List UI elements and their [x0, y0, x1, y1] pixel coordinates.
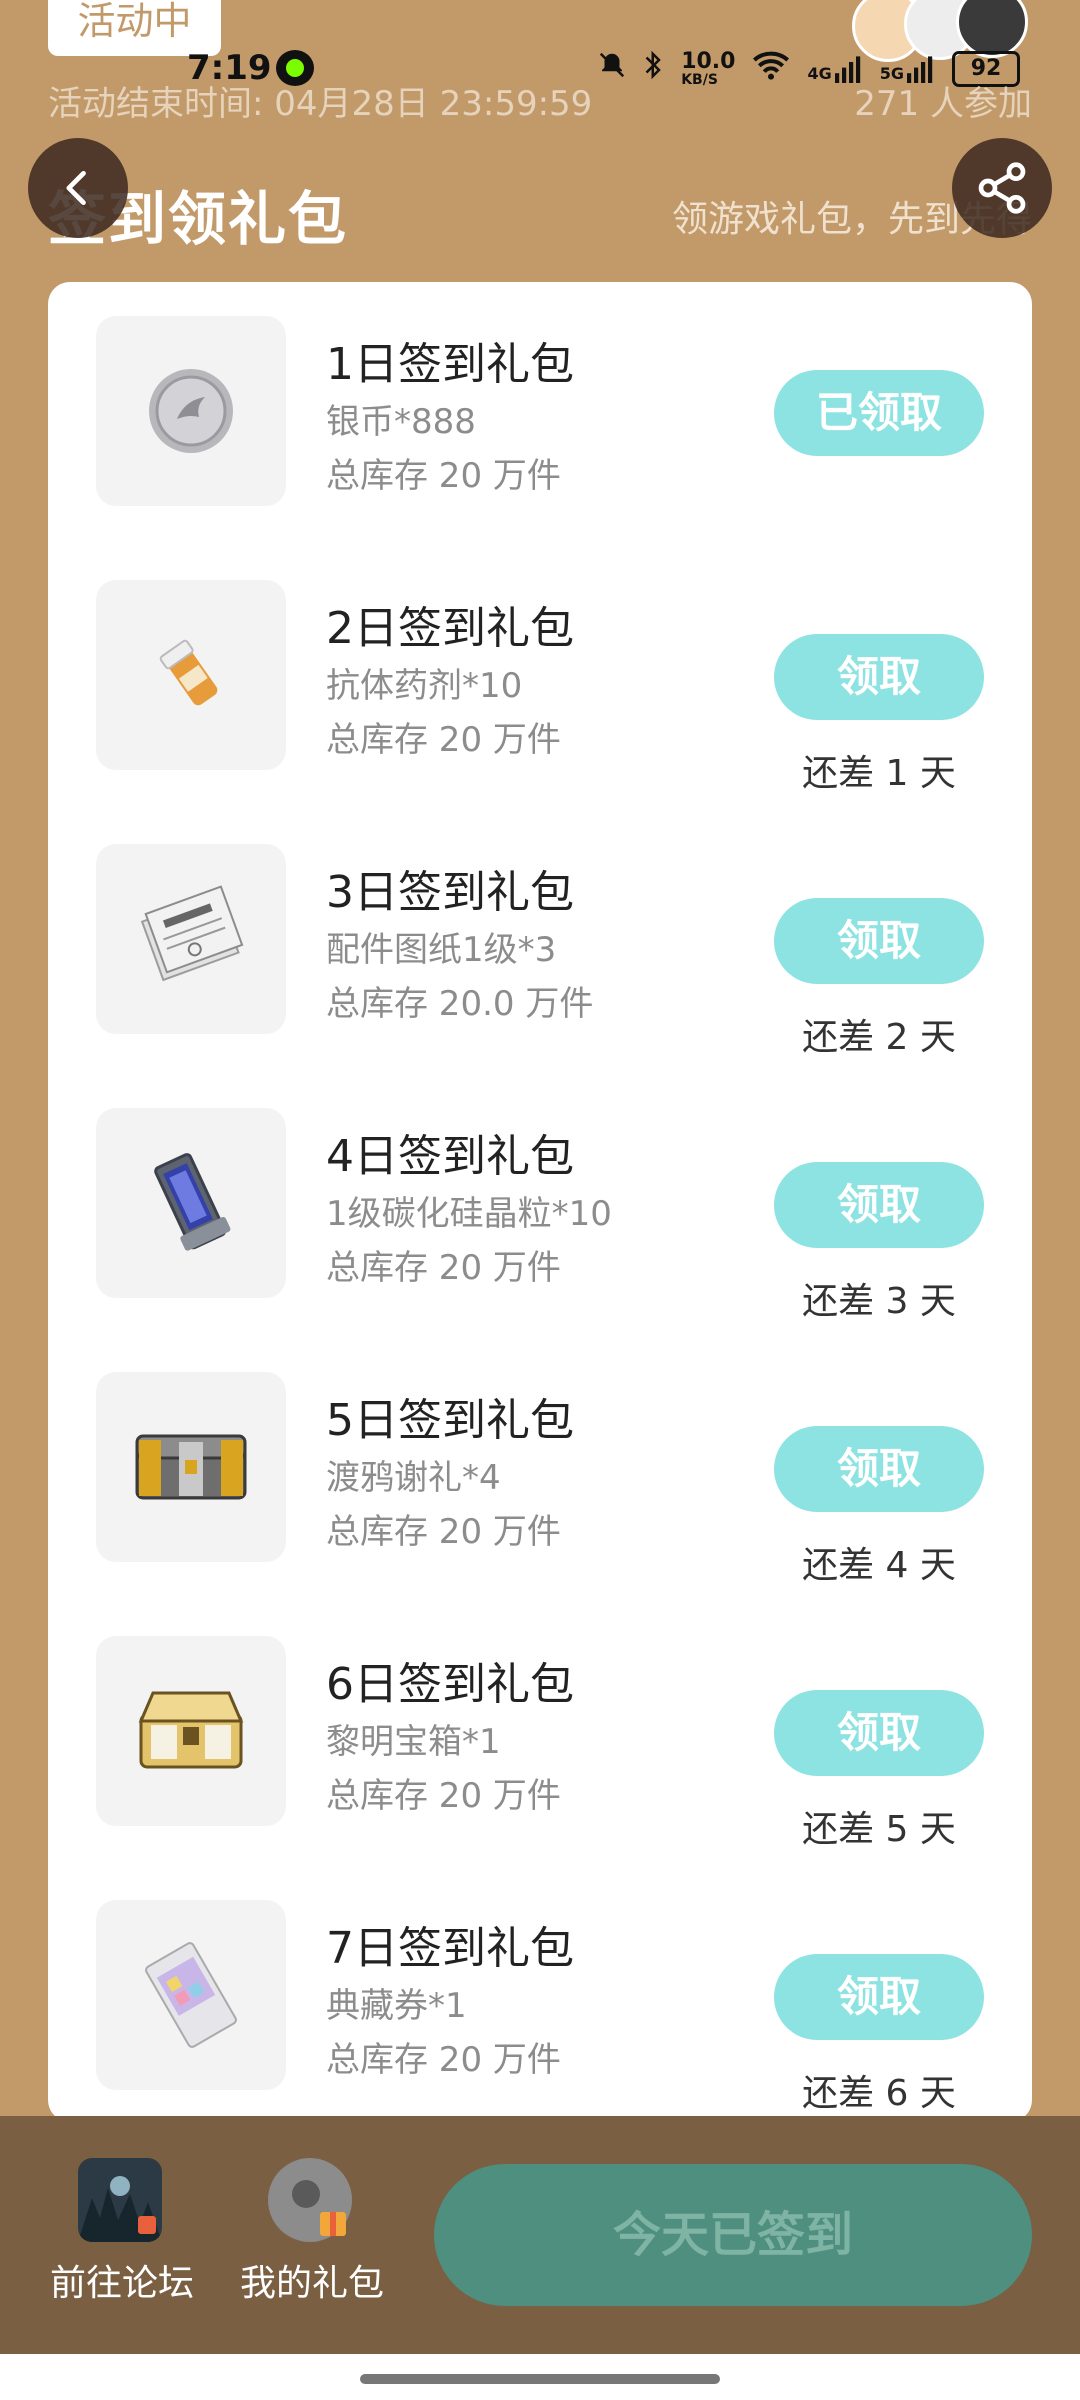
- network-speed-value: 10.0: [681, 49, 736, 74]
- claim-button[interactable]: 领取: [774, 1690, 984, 1776]
- raven-chest-icon: [135, 1434, 247, 1500]
- gift-item-day-5: 5日签到礼包 渡鸦谢礼*4 总库存 20 万件 领取 还差 4 天: [48, 1338, 1032, 1586]
- gift-item-day-6: 6日签到礼包 黎明宝箱*1 总库存 20 万件 领取 还差 5 天: [48, 1602, 1032, 1850]
- gift-reward: 抗体药剂*10: [326, 666, 523, 706]
- wifi-icon: [751, 50, 791, 88]
- network-speed: 10.0 KB/S: [681, 49, 736, 88]
- gift-thumbnail: [96, 1900, 286, 2090]
- dawn-chest-icon: [138, 1691, 244, 1769]
- gift-thumbnail: [96, 844, 286, 1034]
- gift-title: 5日签到礼包: [326, 1395, 574, 1446]
- chevron-left-icon: [66, 170, 86, 206]
- gift-item-day-2: 2日签到礼包 抗体药剂*10 总库存 20 万件 领取 还差 1 天: [48, 546, 1032, 794]
- network-4g-label: 4G: [807, 64, 832, 83]
- gift-thumbnail: [96, 316, 286, 506]
- days-remaining: 还差 4 天: [802, 1545, 956, 1586]
- antibody-bottle-icon: [159, 639, 218, 706]
- silver-coin-icon: [149, 369, 233, 453]
- my-gifts-link[interactable]: 我的礼包: [240, 2158, 385, 2306]
- gift-reward: 渡鸦谢礼*4: [326, 1458, 501, 1498]
- gift-title: 3日签到礼包: [326, 867, 574, 918]
- gift-reward: 典藏券*1: [326, 1986, 467, 2026]
- claimed-button[interactable]: 已领取: [774, 370, 984, 456]
- gift-item-day-4: 4日签到礼包 1级碳化硅晶粒*10 总库存 20 万件 领取 还差 3 天: [48, 1074, 1032, 1322]
- claim-button[interactable]: 领取: [774, 634, 984, 720]
- signed-in-today-button[interactable]: 今天已签到: [434, 2164, 1032, 2306]
- gift-thumbnail: [96, 1108, 286, 1298]
- user-avatar: [268, 2158, 352, 2242]
- gift-stock: 总库存 20.0 万件: [326, 984, 594, 1024]
- claim-button[interactable]: 领取: [774, 1162, 984, 1248]
- mute-bell-icon: [597, 50, 627, 88]
- days-remaining: 还差 5 天: [802, 1809, 956, 1850]
- gift-stock: 总库存 20 万件: [326, 1512, 561, 1552]
- gift-thumbnail: [96, 580, 286, 770]
- days-remaining: 还差 1 天: [802, 753, 956, 794]
- gift-reward: 黎明宝箱*1: [326, 1722, 501, 1762]
- bottom-action-bar: 前往论坛 我的礼包 今天已签到: [0, 2116, 1080, 2354]
- gift-title: 7日签到礼包: [326, 1923, 574, 1974]
- gift-title: 2日签到礼包: [326, 603, 574, 654]
- network-speed-unit: KB/S: [681, 72, 718, 88]
- gift-title: 6日签到礼包: [326, 1659, 574, 1710]
- share-button[interactable]: [952, 138, 1052, 238]
- gift-stock: 总库存 20 万件: [326, 2040, 561, 2080]
- days-remaining: 还差 3 天: [802, 1281, 956, 1322]
- my-gifts-label: 我的礼包: [240, 2263, 385, 2304]
- gift-reward: 银币*888: [326, 402, 476, 442]
- forum-game-icon: [78, 2158, 162, 2242]
- gift-item-day-7: 7日签到礼包 典藏券*1 总库存 20 万件 领取 还差 6 天: [48, 1866, 1032, 2114]
- gift-stock: 总库存 20 万件: [326, 720, 561, 760]
- participant-count: 271 人参加: [854, 84, 1032, 124]
- gift-title: 4日签到礼包: [326, 1131, 574, 1182]
- back-button[interactable]: [28, 138, 128, 238]
- gift-item-day-1: 1日签到礼包 银币*888 总库存 20 万件 已领取: [48, 282, 1032, 506]
- blueprint-papers-icon: [140, 885, 244, 982]
- gift-reward: 1级碳化硅晶粒*10: [326, 1194, 612, 1234]
- claim-button[interactable]: 领取: [774, 1954, 984, 2040]
- home-gesture-handle[interactable]: [360, 2374, 720, 2384]
- gift-thumbnail: [96, 1372, 286, 1562]
- gift-thumbnail: [96, 1636, 286, 1826]
- days-remaining: 还差 2 天: [802, 1017, 956, 1058]
- gift-reward: 配件图纸1级*3: [326, 930, 557, 970]
- gift-stock: 总库存 20 万件: [326, 1248, 561, 1288]
- silicon-crystal-icon: [154, 1153, 231, 1251]
- gift-item-day-3: 3日签到礼包 配件图纸1级*3 总库存 20.0 万件 领取 还差 2 天: [48, 810, 1032, 1058]
- bluetooth-icon: [643, 50, 665, 88]
- forum-label: 前往论坛: [50, 2263, 195, 2304]
- gift-title: 1日签到礼包: [326, 339, 574, 390]
- gift-list-card: 1日签到礼包 银币*888 总库存 20 万件 已领取 2日签到礼包 抗体药剂*…: [48, 282, 1032, 2122]
- collection-ticket-icon: [145, 1942, 237, 2048]
- gift-stock: 总库存 20 万件: [326, 1776, 561, 1816]
- activity-end-time: 活动结束时间: 04月28日 23:59:59: [48, 84, 593, 124]
- claim-button[interactable]: 领取: [774, 1426, 984, 1512]
- claim-button[interactable]: 领取: [774, 898, 984, 984]
- share-icon: [978, 162, 1026, 214]
- gift-stock: 总库存 20 万件: [326, 456, 561, 496]
- days-remaining: 还差 6 天: [802, 2073, 956, 2114]
- forum-link[interactable]: 前往论坛: [50, 2158, 195, 2306]
